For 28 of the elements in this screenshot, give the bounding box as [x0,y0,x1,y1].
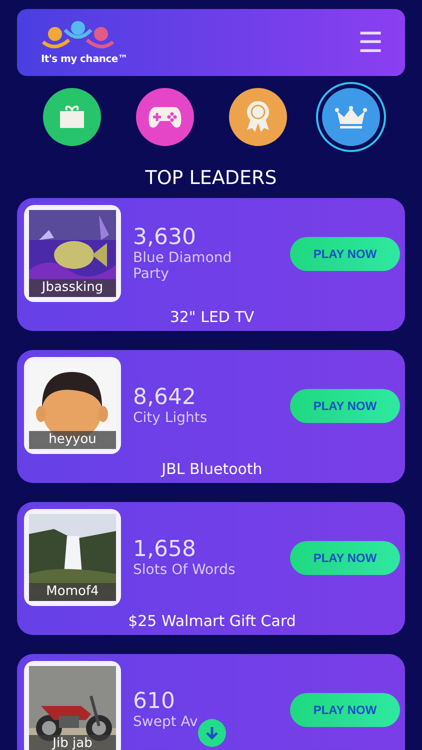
crown-icon [334,105,366,129]
logo-text: It's my chance™ [41,54,128,65]
score: 8,642 [133,385,197,410]
category-button[interactable] [322,88,380,146]
arrow-down-icon [205,726,219,740]
play-now-button[interactable]: PLAY NOW [290,692,400,726]
player-name: Momof4 [29,583,116,601]
player-name: Jbassking [29,279,116,297]
prize-text: JBL Bluetooth [160,460,264,478]
prize-text: 32" LED TV [168,308,256,326]
section-title: TOP LEADERS [144,167,278,189]
score: 1,658 [133,537,197,562]
ribbon-award-icon [244,101,270,133]
player-name: Jib jab [29,735,116,750]
player-name: heyyou [29,431,116,449]
score: 3,630 [133,225,197,250]
game-name: Swept Av [133,714,199,730]
gamepad-icon [148,105,182,129]
menu-button[interactable]: ☰ [358,28,383,56]
game-name: Blue Diamond Party [133,250,233,282]
gift-icon [58,105,84,129]
play-now-button[interactable]: PLAY NOW [290,236,400,270]
prize-text: $25 Walmart Gift Card [127,612,297,630]
play-now-button[interactable]: PLAY NOW [290,540,400,574]
game-name: Slots Of Words [133,562,236,578]
game-name: City Lights [133,410,208,426]
score: 610 [133,689,176,714]
play-now-button[interactable]: PLAY NOW [290,388,400,422]
